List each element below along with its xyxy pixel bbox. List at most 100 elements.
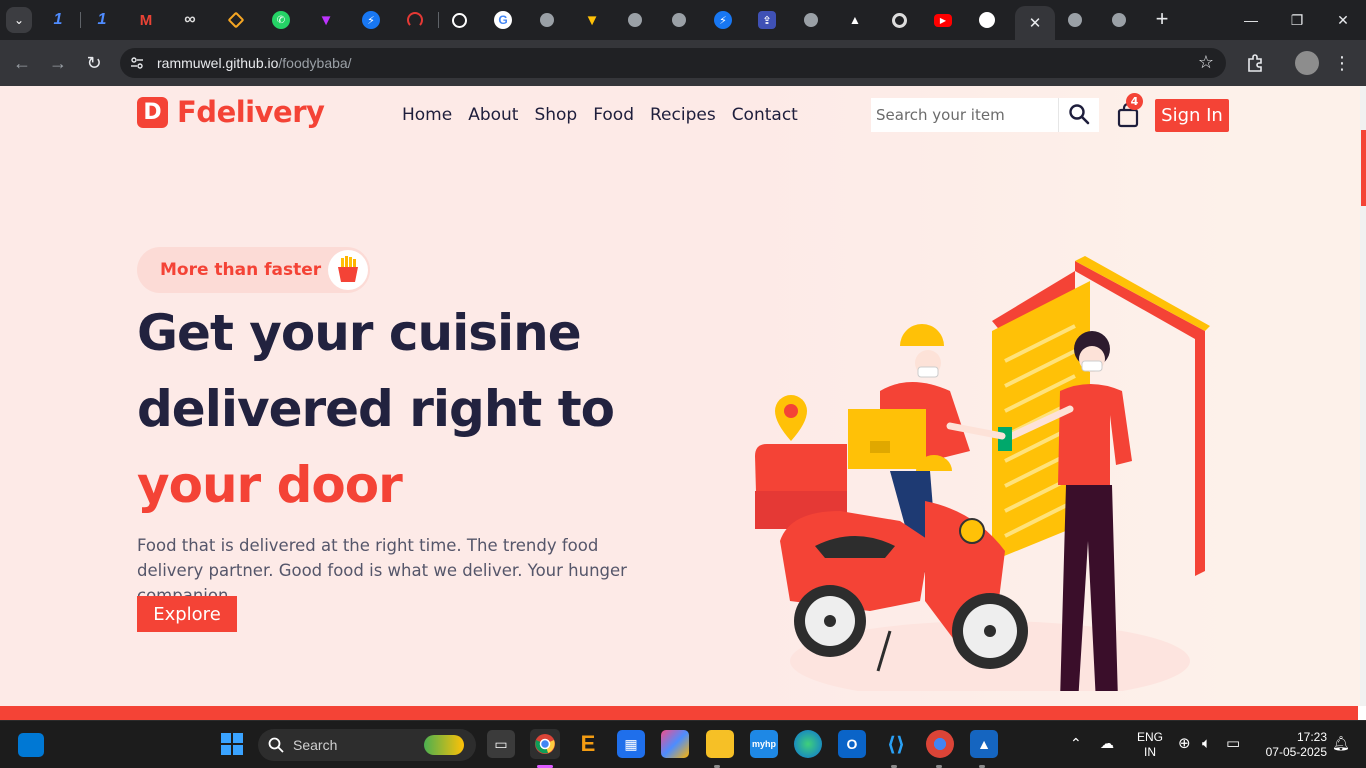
back-icon[interactable]: ←	[10, 51, 34, 75]
store-icon[interactable]: ▦	[617, 730, 645, 758]
nav-contact[interactable]: Contact	[732, 105, 798, 125]
page-scrollbar-thumb[interactable]	[1361, 130, 1366, 206]
web-page: D Fdelivery Home About Shop Food Recipes…	[0, 86, 1360, 706]
tab-search-icon[interactable]: ⌄	[6, 7, 32, 33]
tab-app-2[interactable]: 1	[82, 6, 122, 34]
profile-avatar[interactable]	[1295, 51, 1319, 75]
tab-github[interactable]	[967, 6, 1007, 34]
tab-messenger[interactable]: ⚡	[351, 6, 391, 34]
edge-icon[interactable]	[794, 730, 822, 758]
tab-globe-2[interactable]	[615, 6, 655, 34]
upload-icon: ⇪	[758, 11, 776, 29]
nav-home[interactable]: Home	[402, 105, 452, 125]
task-view-icon[interactable]: ▭	[487, 730, 515, 758]
network-icon[interactable]: ⊕	[1178, 736, 1191, 751]
clock-date: 07-05-2025	[1265, 745, 1327, 759]
github-icon	[979, 12, 995, 28]
clock-time: 17:23	[1296, 730, 1327, 744]
tab-google[interactable]: G	[483, 6, 523, 34]
tagline-text: More than faster	[160, 260, 322, 280]
notification-bell-icon[interactable]: 🔔︎	[1332, 736, 1350, 751]
widgets-icon[interactable]	[18, 733, 44, 757]
tab-messenger-2[interactable]: ⚡	[703, 6, 743, 34]
url-text: rammuwel.github.io/foodybaba/	[157, 55, 352, 71]
new-tab-button[interactable]: +	[1150, 8, 1174, 32]
close-tab-icon[interactable]: ✕	[1029, 14, 1042, 32]
nav-shop[interactable]: Shop	[534, 105, 577, 125]
myhp-icon[interactable]: myhp	[750, 730, 778, 758]
tab-globe-5[interactable]	[1055, 6, 1095, 34]
file-explorer-icon[interactable]	[706, 730, 734, 758]
battery-icon[interactable]: ▭	[1226, 736, 1240, 751]
footer-accent-bar	[0, 706, 1358, 720]
globe-icon	[804, 13, 818, 27]
site-settings-icon[interactable]	[130, 56, 144, 70]
menu-kebab-icon[interactable]: ⋮	[1330, 51, 1354, 75]
outlook-icon[interactable]: O	[838, 730, 866, 758]
tab-openai[interactable]	[439, 6, 479, 34]
stack-icon	[227, 11, 245, 29]
vscode-icon[interactable]: ⟨⟩	[882, 730, 910, 758]
tab-speedometer[interactable]	[395, 6, 435, 34]
site-logo[interactable]: D Fdelivery	[137, 95, 325, 129]
bookmark-star-icon[interactable]: ☆	[1198, 52, 1214, 73]
tab-upload[interactable]: ⇪	[747, 6, 787, 34]
tab-youtube[interactable]: ▶	[923, 6, 963, 34]
sign-in-button[interactable]: Sign In	[1155, 99, 1229, 132]
tray-chevron-icon[interactable]: ⌃	[1070, 736, 1082, 751]
tab-globe-3[interactable]	[659, 6, 699, 34]
chrome-taskbar-icon[interactable]	[530, 729, 560, 759]
clock[interactable]: 17:23 07-05-2025	[1255, 730, 1327, 760]
tab-app-1[interactable]: 1	[38, 6, 78, 34]
nav-food[interactable]: Food	[593, 105, 634, 125]
extensions-icon[interactable]	[1243, 51, 1267, 75]
taskbar-search-label: Search	[293, 737, 338, 753]
tab-stack[interactable]	[216, 6, 256, 34]
tab-chrome[interactable]	[879, 6, 919, 34]
tab-triangle[interactable]: ▲	[835, 6, 875, 34]
url-host: rammuwel.github.io	[157, 55, 279, 71]
minimize-button[interactable]: —	[1228, 0, 1274, 40]
headline-line-3: your door	[137, 456, 403, 514]
globe-icon	[672, 13, 686, 27]
start-icon[interactable]	[218, 730, 246, 758]
openai-icon	[451, 12, 467, 28]
tab-vite-2[interactable]: ▼	[572, 6, 612, 34]
gmail-icon: M	[139, 11, 153, 29]
tab-globe-6[interactable]	[1099, 6, 1139, 34]
language-line-2: IN	[1144, 745, 1156, 759]
restore-button[interactable]: ❐	[1274, 0, 1320, 40]
tab-globe-4[interactable]	[791, 6, 831, 34]
tab-globe-1[interactable]	[527, 6, 567, 34]
forward-icon[interactable]: →	[46, 51, 70, 75]
tab-gmail[interactable]: M	[126, 6, 166, 34]
explore-button[interactable]: Explore	[137, 596, 237, 632]
close-window-button[interactable]: ✕	[1320, 0, 1366, 40]
scrollbar-corner	[1358, 706, 1366, 720]
youtube-icon: ▶	[934, 13, 952, 27]
search-icon	[268, 737, 284, 753]
address-bar[interactable]: rammuwel.github.io/foodybaba/ ☆	[120, 48, 1226, 78]
tab-active-foodybaba[interactable]: ✕	[1015, 6, 1055, 40]
search-input[interactable]	[871, 98, 1059, 132]
tab-infinity[interactable]: ∞	[170, 6, 210, 34]
vite-icon: ▼	[584, 11, 600, 29]
search-highlight-icon	[424, 735, 464, 755]
chrome-dev-icon[interactable]	[926, 730, 954, 758]
logo-mark-icon: D	[137, 96, 168, 128]
onedrive-icon[interactable]: ☁	[1100, 736, 1114, 751]
copilot-icon[interactable]	[661, 730, 689, 758]
language-indicator[interactable]: ENG IN	[1134, 730, 1166, 760]
main-nav: Home About Shop Food Recipes Contact	[402, 105, 798, 125]
editor-e-icon[interactable]: E	[574, 730, 602, 758]
reload-icon[interactable]: ↻	[82, 51, 106, 75]
volume-icon[interactable]: 🔈︎	[1202, 736, 1211, 751]
nav-recipes[interactable]: Recipes	[650, 105, 716, 125]
headline-line-2: delivered right to	[137, 380, 615, 438]
tab-whatsapp[interactable]: ✆	[261, 6, 301, 34]
search-icon[interactable]	[1067, 102, 1093, 128]
nav-about[interactable]: About	[468, 105, 518, 125]
tab-vite[interactable]: ▼	[306, 6, 346, 34]
photos-icon[interactable]: ▲	[970, 730, 998, 758]
taskbar-search[interactable]: Search	[258, 729, 476, 761]
